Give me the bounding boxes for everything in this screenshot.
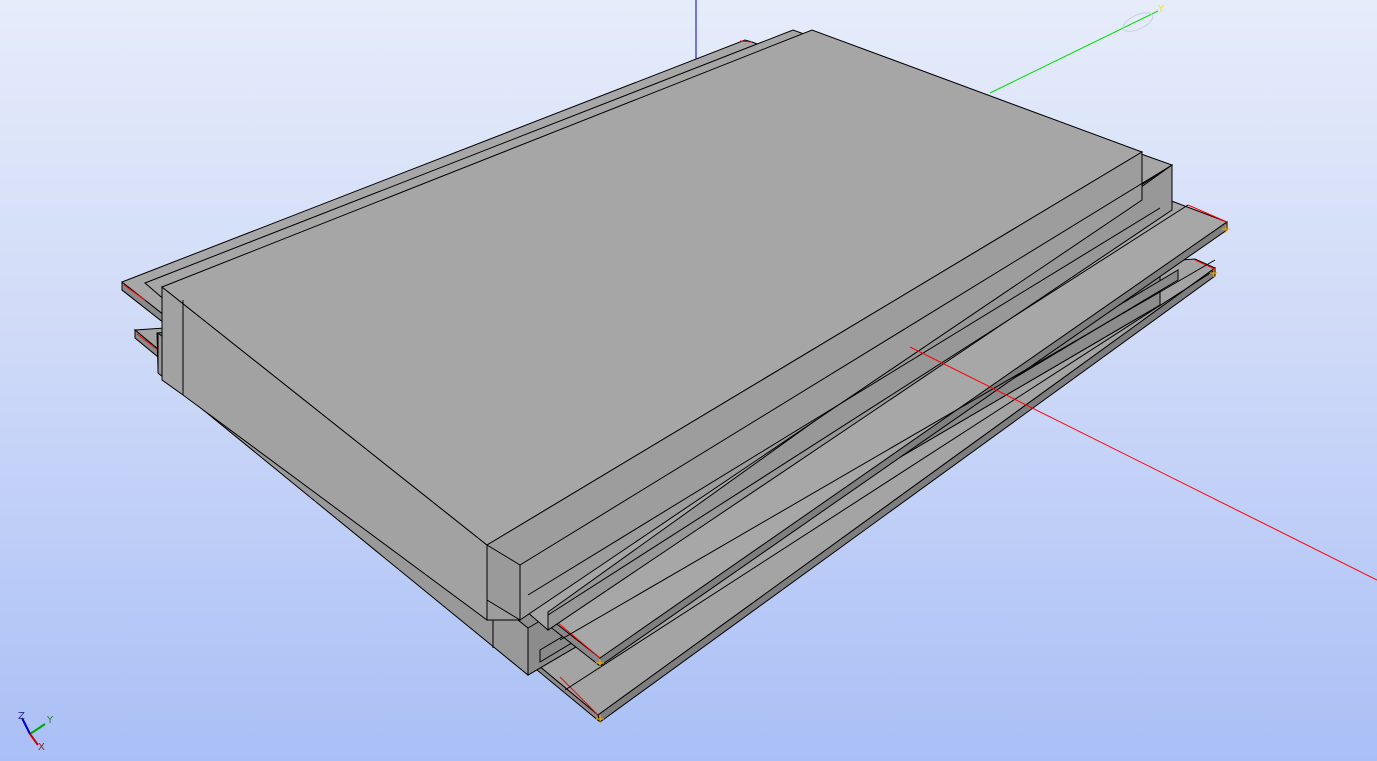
triad-y-label: Y xyxy=(46,715,54,726)
scene-canvas[interactable]: Y Y Z X xyxy=(0,0,1377,761)
triad-z-label: Z xyxy=(18,711,25,722)
triad-y-axis xyxy=(29,723,46,735)
world-y-axis-label: Y xyxy=(1157,4,1165,15)
world-x-axis xyxy=(909,346,1377,581)
triad-x-label: X xyxy=(38,742,45,753)
world-y-axis-arrow xyxy=(1122,12,1154,32)
3d-viewport[interactable]: Y Y Z X xyxy=(0,0,1377,761)
triad-x-axis xyxy=(29,733,39,746)
world-y-axis xyxy=(989,10,1159,94)
view-triad[interactable]: Y Z X xyxy=(18,711,54,753)
